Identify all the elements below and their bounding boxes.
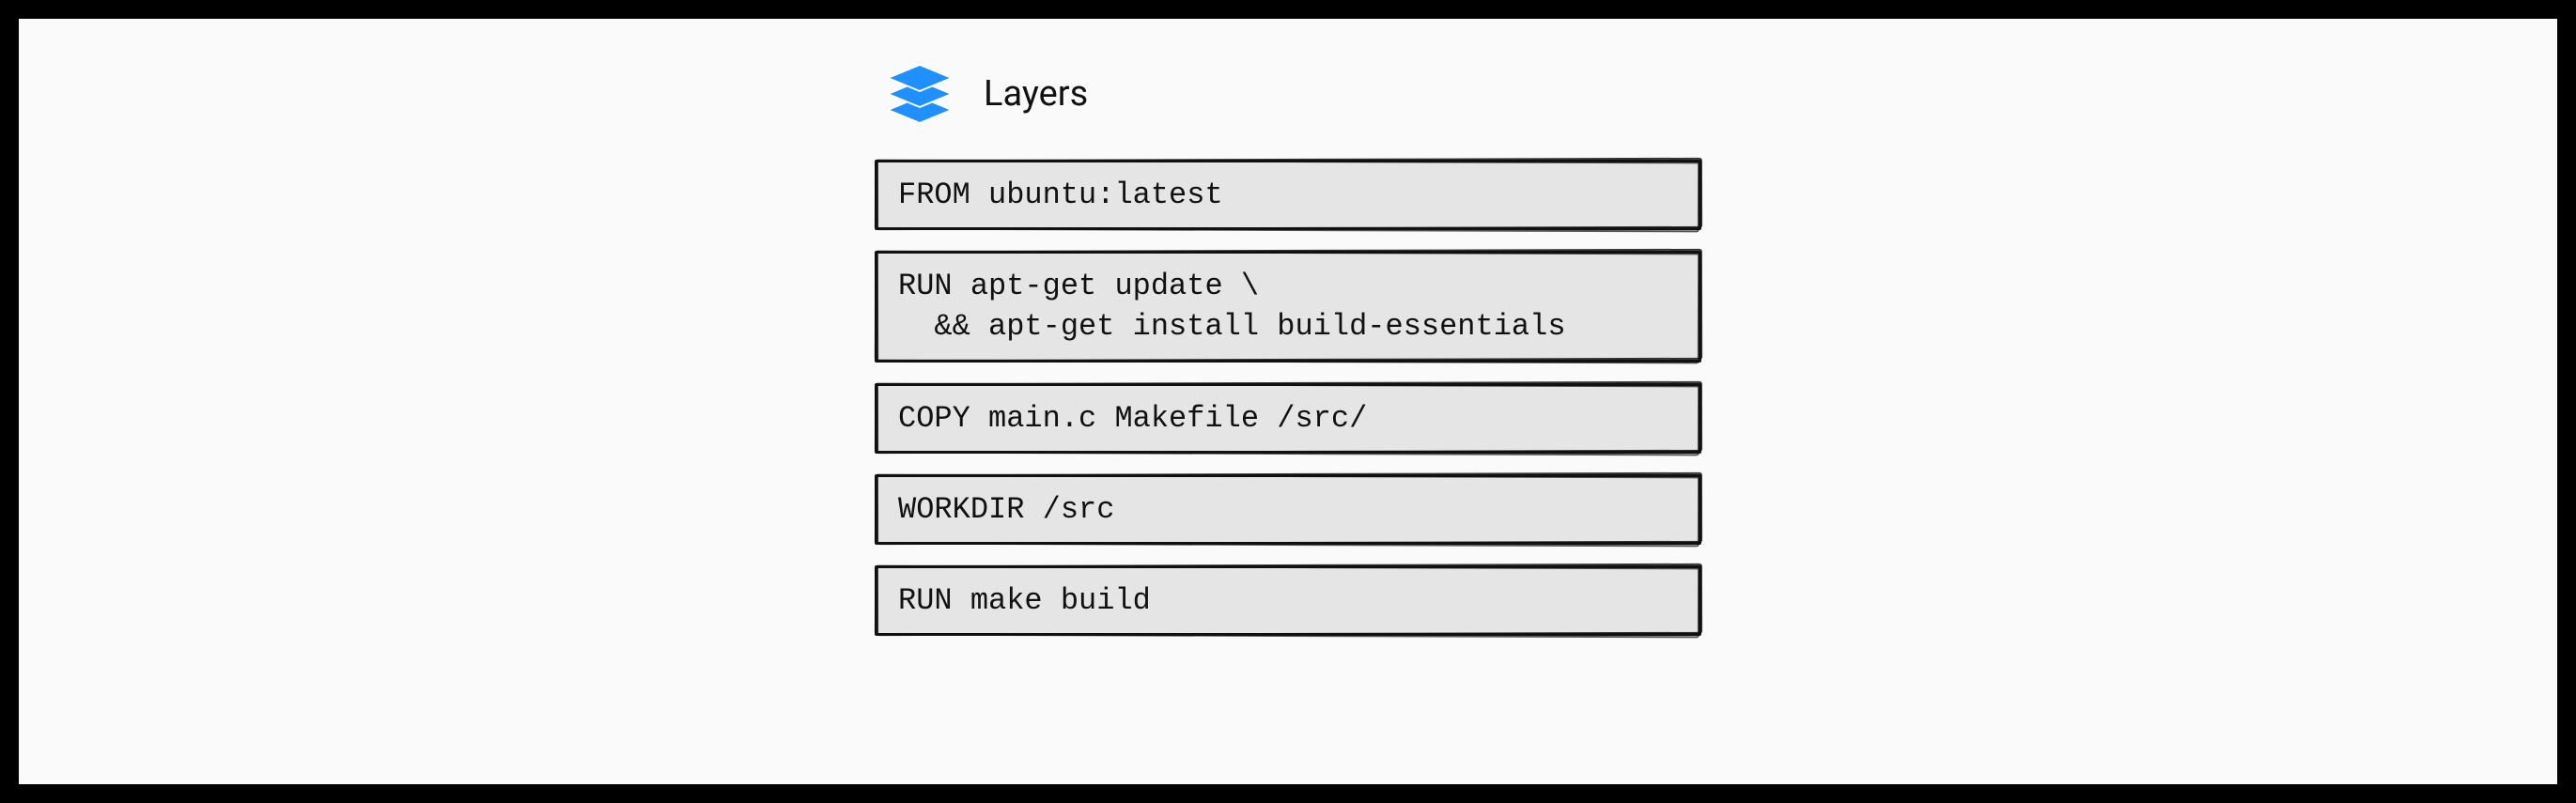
- layer-stack: FROM ubuntu:latest RUN apt-get update \ …: [875, 160, 1701, 636]
- layer-run-make: RUN make build: [875, 565, 1701, 636]
- layer-copy: COPY main.c Makefile /src/: [875, 383, 1701, 454]
- layers-icon: [882, 61, 957, 127]
- layer-run-apt: RUN apt-get update \ && apt-get install …: [875, 251, 1701, 362]
- header-title: Layers: [984, 73, 1088, 115]
- diagram-header: Layers: [875, 61, 1701, 127]
- layer-from: FROM ubuntu:latest: [875, 160, 1701, 230]
- layer-workdir: WORKDIR /src: [875, 474, 1701, 545]
- outer-frame: Layers FROM ubuntu:latest RUN apt-get up…: [0, 0, 2576, 803]
- diagram-canvas: Layers FROM ubuntu:latest RUN apt-get up…: [19, 19, 2557, 784]
